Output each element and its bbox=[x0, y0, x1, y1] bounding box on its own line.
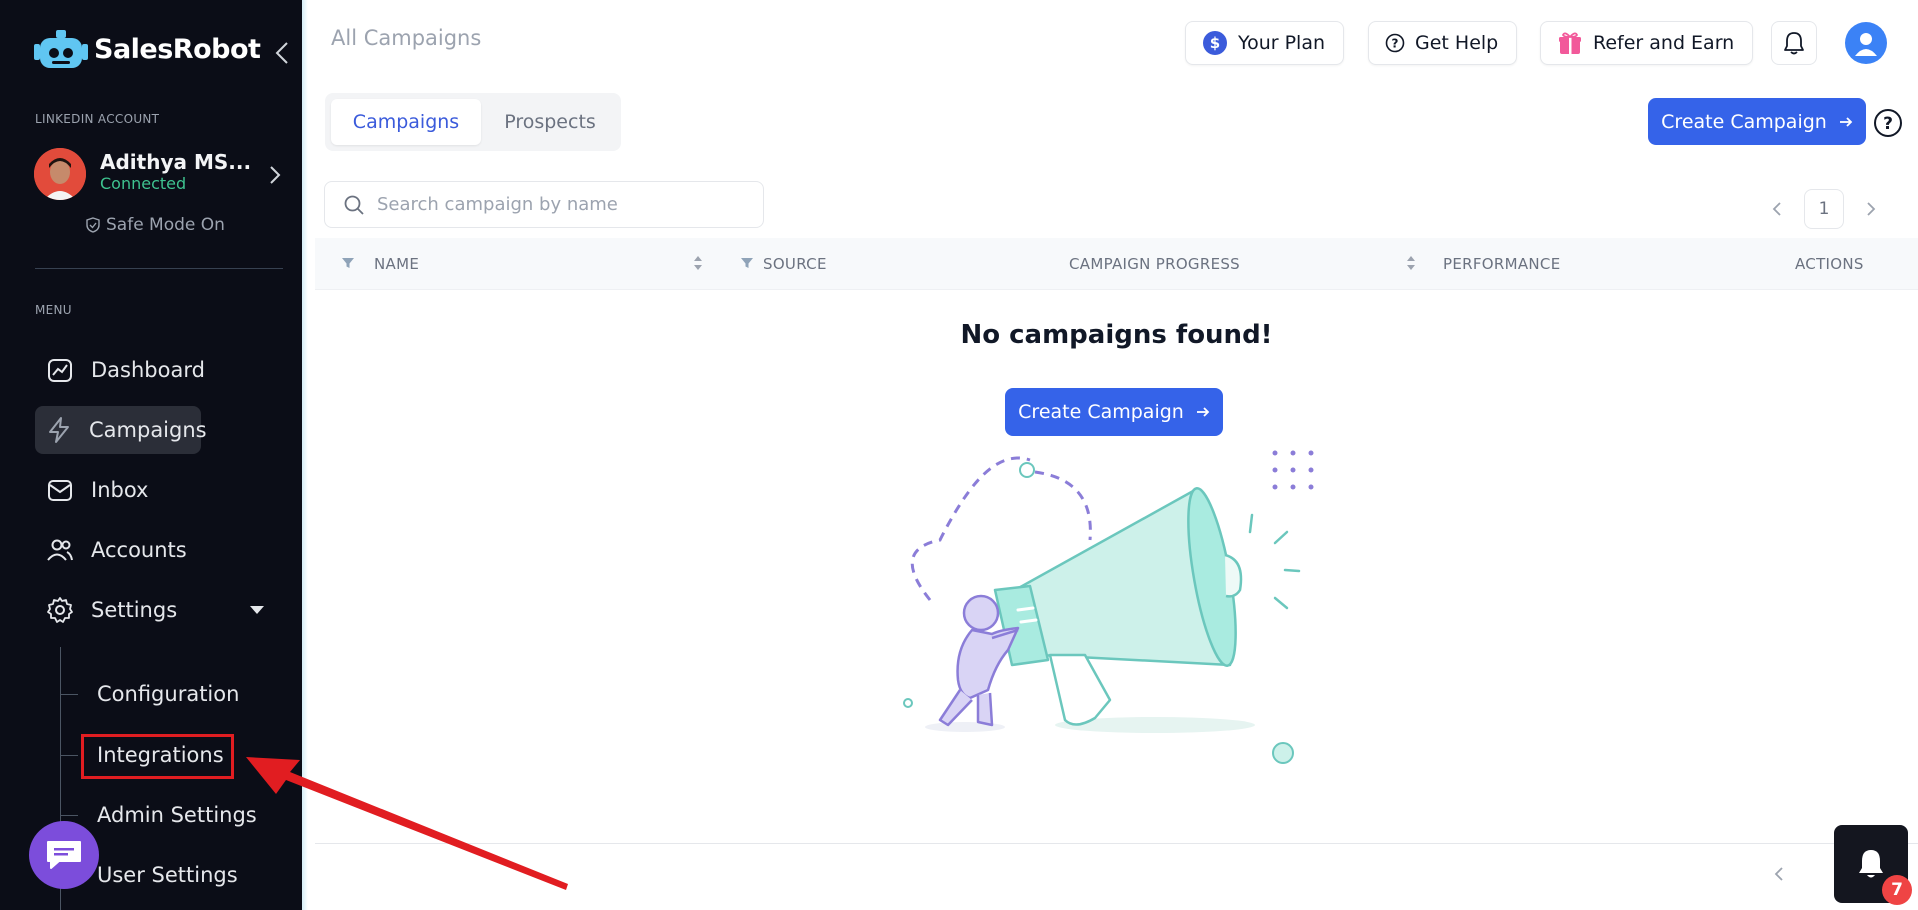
arrow-right-icon bbox=[1196, 407, 1210, 417]
view-tabs: Campaigns Prospects bbox=[325, 93, 621, 151]
create-campaign-button[interactable]: Create Campaign bbox=[1648, 98, 1866, 145]
lightning-icon bbox=[45, 415, 73, 445]
tree-tick bbox=[60, 754, 78, 756]
sidebar-item-inbox[interactable]: Inbox bbox=[35, 466, 280, 514]
campaigns-table-header: NAME SOURCE CAMPAIGN PROGRESS PERFORMANC… bbox=[315, 238, 1918, 290]
safe-mode-label: Safe Mode On bbox=[106, 215, 225, 235]
pagination-bottom bbox=[1772, 866, 1786, 882]
safe-mode-indicator: Safe Mode On bbox=[86, 215, 225, 235]
column-header-campaign-progress[interactable]: CAMPAIGN PROGRESS bbox=[1069, 255, 1240, 273]
sidebar-item-accounts[interactable]: Accounts bbox=[35, 526, 280, 574]
sidebar-item-label: Campaigns bbox=[89, 418, 207, 442]
notifications-button[interactable] bbox=[1771, 21, 1817, 65]
avatar bbox=[34, 148, 86, 200]
search-icon bbox=[344, 195, 364, 215]
page-number[interactable]: 1 bbox=[1804, 189, 1844, 229]
search-input[interactable] bbox=[377, 194, 757, 215]
campaign-search bbox=[324, 181, 764, 228]
sidebar-subitem-label: User Settings bbox=[97, 863, 238, 887]
svg-text:?: ? bbox=[1883, 114, 1893, 134]
your-plan-button[interactable]: $ Your Plan bbox=[1185, 21, 1345, 65]
filter-icon[interactable] bbox=[740, 256, 754, 270]
refer-and-earn-label: Refer and Earn bbox=[1593, 32, 1735, 54]
sidebar-item-campaigns[interactable]: Campaigns bbox=[35, 406, 207, 454]
user-icon bbox=[1855, 33, 1877, 56]
shield-check-icon bbox=[86, 217, 100, 233]
empty-create-campaign-button[interactable]: Create Campaign bbox=[1005, 388, 1223, 436]
bell-icon bbox=[1859, 850, 1883, 878]
create-campaign-label: Create Campaign bbox=[1018, 401, 1184, 423]
sidebar-edge bbox=[302, 0, 308, 910]
chat-icon bbox=[47, 841, 81, 869]
column-header-name[interactable]: NAME bbox=[374, 255, 419, 273]
column-header-performance[interactable]: PERFORMANCE bbox=[1443, 255, 1560, 273]
create-campaign-label: Create Campaign bbox=[1661, 110, 1827, 133]
inbox-icon bbox=[45, 475, 75, 505]
sort-icon[interactable] bbox=[693, 254, 703, 272]
help-icon: ? bbox=[1385, 33, 1405, 53]
account-name: Adithya MS... bbox=[100, 150, 252, 174]
chevron-right-icon[interactable] bbox=[1864, 201, 1878, 217]
your-plan-label: Your Plan bbox=[1238, 32, 1326, 54]
sidebar-subitem-configuration[interactable]: Configuration bbox=[60, 673, 300, 715]
filter-icon[interactable] bbox=[341, 256, 355, 270]
dashboard-icon bbox=[45, 355, 75, 385]
menu-label: MENU bbox=[35, 303, 72, 317]
sidebar-item-label: Dashboard bbox=[91, 358, 205, 382]
chevron-left-icon[interactable] bbox=[1772, 866, 1786, 882]
column-header-actions: ACTIONS bbox=[1795, 255, 1864, 273]
megaphone-illustration bbox=[903, 450, 1314, 764]
sidebar: SalesRobot LINKEDIN ACCOUNT Adithya MS..… bbox=[0, 0, 302, 910]
pagination-top: 1 bbox=[1770, 189, 1878, 229]
notification-count-badge: 7 bbox=[1882, 875, 1912, 905]
svg-text:$: $ bbox=[1210, 34, 1220, 52]
user-menu-button[interactable] bbox=[1845, 22, 1887, 64]
sidebar-item-label: Accounts bbox=[91, 538, 187, 562]
empty-state-title: No campaigns found! bbox=[960, 320, 1273, 350]
gift-icon bbox=[1559, 32, 1581, 54]
tree-tick bbox=[60, 814, 78, 816]
caret-down-icon bbox=[250, 606, 264, 614]
page-title: All Campaigns bbox=[331, 26, 482, 50]
question-circle-icon[interactable]: ? bbox=[1873, 108, 1903, 138]
chat-launcher-button[interactable] bbox=[29, 821, 99, 889]
chevron-left-icon[interactable] bbox=[1770, 201, 1784, 217]
account-status: Connected bbox=[100, 174, 187, 193]
sidebar-item-dashboard[interactable]: Dashboard bbox=[35, 346, 280, 394]
arrow-right-icon bbox=[1839, 116, 1853, 127]
sidebar-item-label: Inbox bbox=[91, 478, 149, 502]
chevron-left-icon[interactable] bbox=[272, 40, 294, 66]
tab-campaigns[interactable]: Campaigns bbox=[331, 99, 481, 145]
get-help-button[interactable]: ? Get Help bbox=[1368, 21, 1518, 65]
gear-icon bbox=[45, 595, 75, 625]
sort-icon[interactable] bbox=[1406, 254, 1416, 272]
floating-notifications-button[interactable]: 7 bbox=[1834, 825, 1912, 905]
linkedin-account-label: LINKEDIN ACCOUNT bbox=[35, 112, 160, 126]
sidebar-item-settings[interactable]: Settings bbox=[35, 586, 280, 634]
get-help-label: Get Help bbox=[1415, 32, 1499, 54]
brand-logo[interactable]: SalesRobot bbox=[34, 28, 261, 70]
sidebar-item-label: Settings bbox=[91, 598, 178, 622]
refer-and-earn-button[interactable]: Refer and Earn bbox=[1540, 21, 1754, 65]
chevron-right-icon[interactable] bbox=[268, 164, 282, 186]
sidebar-subitem-label: Admin Settings bbox=[97, 803, 257, 827]
empty-state: No campaigns found! bbox=[315, 0, 1918, 350]
dollar-icon: $ bbox=[1203, 31, 1227, 55]
sidebar-subitem-label: Configuration bbox=[97, 682, 240, 706]
svg-text:?: ? bbox=[1392, 37, 1399, 51]
column-header-source[interactable]: SOURCE bbox=[763, 255, 827, 273]
sidebar-divider bbox=[35, 268, 283, 269]
annotation-highlight-box bbox=[81, 734, 234, 779]
table-footer-divider bbox=[315, 843, 1918, 844]
brand-name: SalesRobot bbox=[94, 33, 261, 65]
robot-icon bbox=[34, 30, 88, 68]
tree-tick bbox=[60, 693, 78, 695]
sidebar-subitem-admin-settings[interactable]: Admin Settings bbox=[60, 794, 300, 836]
tab-prospects[interactable]: Prospects bbox=[485, 99, 615, 145]
linkedin-account-card[interactable]: Adithya MS... Connected bbox=[34, 148, 284, 202]
users-icon bbox=[45, 535, 75, 565]
bell-icon bbox=[1784, 32, 1804, 55]
